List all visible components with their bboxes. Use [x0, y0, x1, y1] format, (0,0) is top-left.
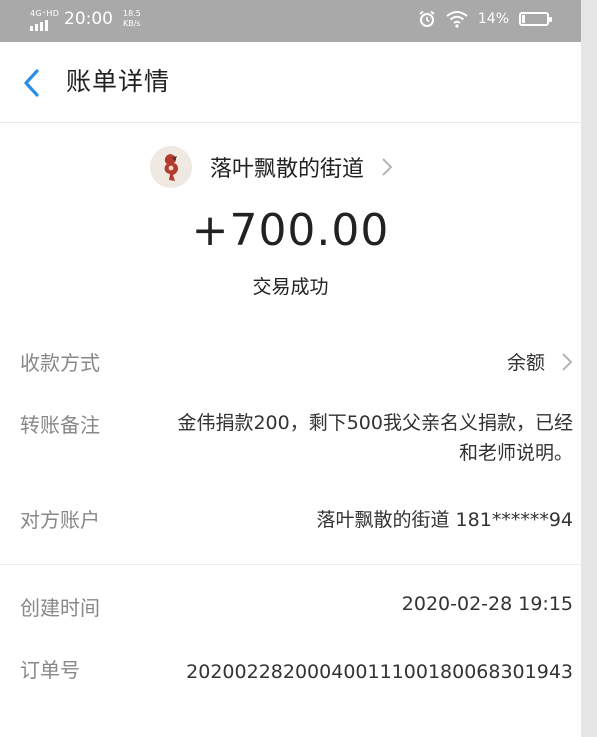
payment-method-label: 收款方式 [20, 351, 100, 375]
alarm-icon [419, 10, 435, 27]
battery-icon [519, 12, 552, 26]
chevron-right-icon [562, 352, 573, 371]
transaction-status: 交易成功 [252, 276, 329, 298]
order-number-label: 订单号 [20, 658, 80, 682]
payee-row[interactable]: 落叶飘散的街道 [150, 146, 394, 188]
signal-icon: 4G⁺HD [30, 9, 59, 33]
back-arrow-icon[interactable] [20, 68, 44, 98]
network-speed-unit: KB/s [123, 19, 141, 28]
avatar [150, 146, 192, 188]
payment-method-value: 余额 [506, 352, 545, 374]
network-speed: 18.5 KB/s [123, 9, 141, 29]
counterparty-value: 落叶飘散的街道 181******94 [316, 509, 573, 531]
memo-label: 转账备注 [20, 413, 100, 437]
memo-value: 金伟捐款200，剩下500我父亲名义捐款，已经和老师说明。 [177, 412, 573, 464]
nav-bar: 账单详情 [0, 42, 581, 123]
network-type: 4G⁺HD [30, 9, 60, 18]
order-number-value: 20200228200040011100180068301943 [186, 661, 573, 683]
chevron-right-icon [382, 158, 393, 176]
section-divider [0, 564, 581, 565]
network-speed-value: 18.5 [123, 9, 141, 18]
right-edge-strip [581, 0, 597, 737]
counterparty-label: 对方账户 [20, 508, 100, 532]
created-time-label: 创建时间 [20, 596, 100, 620]
battery-percent: 14% [477, 11, 509, 27]
status-bar: 4G⁺HD 20:00 18.5 KB/s 14% [0, 0, 581, 42]
payee-name: 落叶飘散的街道 [210, 157, 365, 182]
wifi-icon [446, 11, 468, 28]
status-time: 20:00 [64, 9, 113, 29]
payment-method-row[interactable]: 余额 [507, 348, 573, 375]
created-time-value: 2020-02-28 19:15 [401, 593, 573, 615]
transaction-amount: +700.00 [191, 205, 390, 256]
page-title: 账单详情 [66, 67, 171, 96]
